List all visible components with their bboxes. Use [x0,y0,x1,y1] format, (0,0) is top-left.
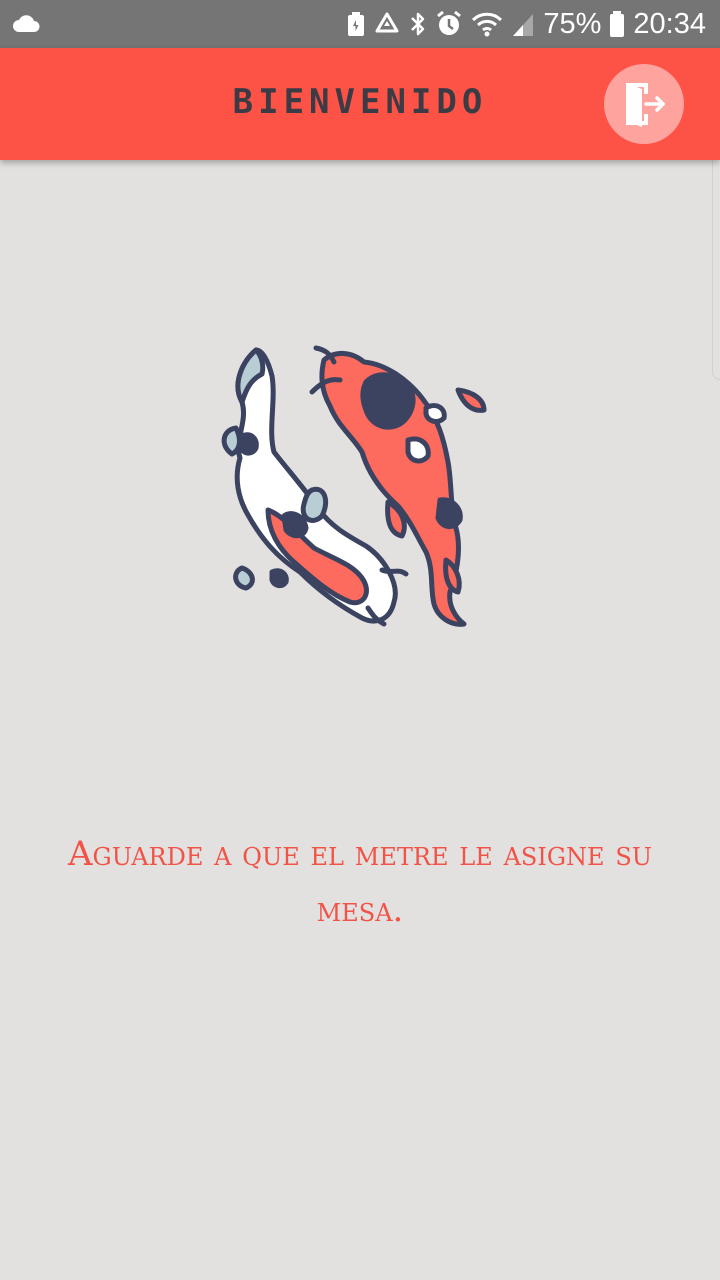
exit-door-icon [620,80,668,128]
scrollbar[interactable] [712,146,720,380]
clock-time: 20:34 [633,7,706,40]
logout-button[interactable] [604,64,684,144]
wifi-icon [471,11,503,37]
battery-percent: 75% [543,7,602,40]
bluetooth-icon [409,10,427,38]
waiting-message: Aguarde a que el metre le asigne su mesa… [67,834,652,930]
recycle-icon [373,11,401,37]
status-bar: 75% 20:34 [0,0,720,48]
signal-icon [511,11,535,37]
battery-icon [609,10,625,38]
app-bar: BIENVENIDO [0,48,720,160]
alarm-icon [435,10,463,38]
cloud-icon [12,15,40,33]
koi-fish-icon [212,340,512,640]
battery-saver-icon [347,11,365,37]
